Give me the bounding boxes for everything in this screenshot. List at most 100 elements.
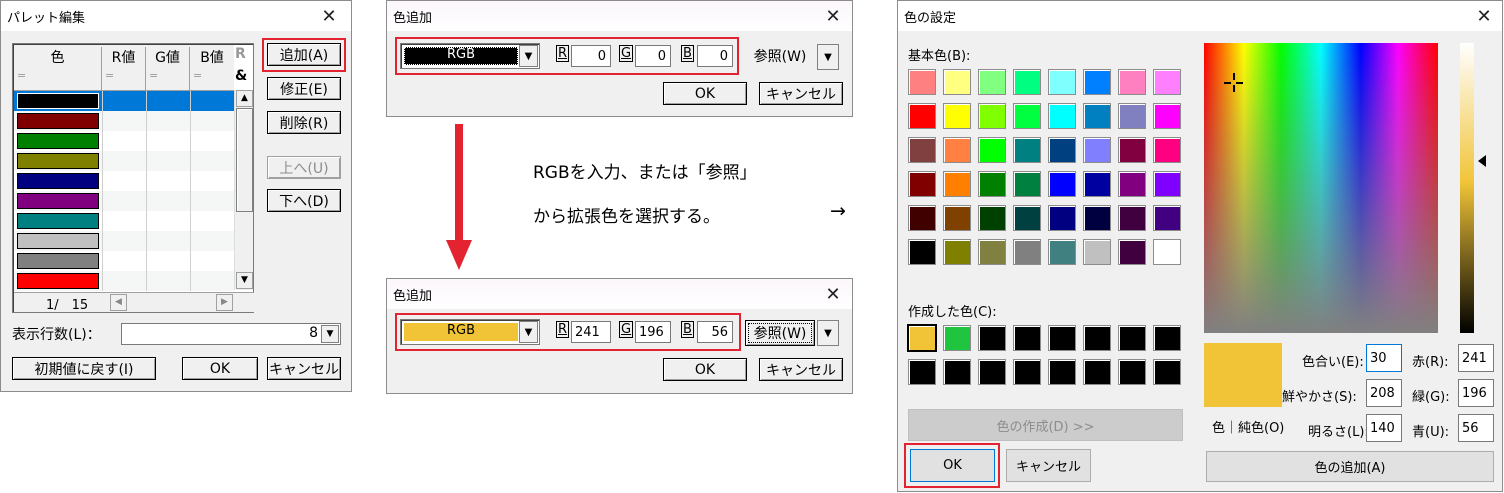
color-swatch[interactable]	[943, 69, 971, 95]
g-input[interactable]: 196	[635, 321, 671, 343]
chevron-down-icon[interactable]: ▼	[519, 45, 538, 67]
color-swatch[interactable]	[1083, 69, 1111, 95]
luminance-input[interactable]: 140	[1366, 414, 1402, 442]
close-icon[interactable]: ✕	[309, 1, 349, 31]
color-swatch[interactable]	[1048, 103, 1076, 129]
g-input[interactable]: 0	[635, 45, 671, 67]
color-swatch[interactable]	[908, 205, 936, 231]
color-swatch[interactable]	[1153, 359, 1181, 385]
color-swatch[interactable]	[1083, 205, 1111, 231]
add-to-custom-button[interactable]: 色の追加(A)	[1206, 451, 1494, 482]
color-swatch[interactable]	[943, 171, 971, 197]
table-row[interactable]	[14, 111, 234, 131]
color-swatch[interactable]	[943, 359, 971, 385]
color-swatch[interactable]	[907, 324, 937, 352]
chevron-down-icon[interactable]: ▼	[519, 321, 538, 343]
color-swatch[interactable]	[1083, 325, 1111, 351]
color-swatch[interactable]	[1048, 171, 1076, 197]
color-swatch[interactable]	[943, 325, 971, 351]
r-input[interactable]: 0	[571, 45, 611, 67]
close-icon[interactable]: ✕	[813, 1, 853, 31]
color-swatch[interactable]	[1118, 171, 1146, 197]
scroll-right-icon[interactable]: ▶	[216, 294, 233, 311]
color-swatch[interactable]	[1048, 325, 1076, 351]
reset-button[interactable]: 初期値に戻す(I)	[12, 357, 156, 380]
color-swatch[interactable]	[908, 359, 936, 385]
color-swatch[interactable]	[1013, 239, 1041, 265]
color-swatch[interactable]	[1083, 239, 1111, 265]
color-swatch[interactable]	[978, 69, 1006, 95]
reference-dropdown-icon[interactable]: ▼	[817, 320, 839, 346]
reference-dropdown-icon[interactable]: ▼	[817, 44, 839, 70]
color-swatch[interactable]	[908, 239, 936, 265]
color-swatch[interactable]	[1048, 69, 1076, 95]
b-input[interactable]: 56	[697, 321, 733, 343]
color-swatch[interactable]	[1153, 205, 1181, 231]
color-swatch[interactable]	[943, 137, 971, 163]
close-icon[interactable]: ✕	[813, 279, 853, 309]
color-swatch[interactable]	[1118, 103, 1146, 129]
color-swatch[interactable]	[1118, 239, 1146, 265]
move-up-button[interactable]: 上へ(U)	[267, 156, 341, 179]
cancel-button[interactable]: キャンセル	[1006, 449, 1091, 482]
color-swatch[interactable]	[1083, 171, 1111, 197]
cancel-button[interactable]: キャンセル	[759, 82, 843, 105]
scroll-up-icon[interactable]: ▲	[236, 90, 253, 107]
table-row[interactable]	[14, 131, 234, 151]
color-spectrum[interactable]	[1204, 43, 1438, 333]
hue-input[interactable]: 30	[1366, 344, 1402, 372]
r-input[interactable]: 241	[571, 321, 611, 343]
table-row[interactable]	[14, 251, 234, 271]
color-swatch[interactable]	[1153, 103, 1181, 129]
move-down-button[interactable]: 下へ(D)	[267, 189, 341, 212]
color-swatch[interactable]	[1048, 239, 1076, 265]
table-row[interactable]	[14, 151, 234, 171]
luminance-bar[interactable]	[1460, 43, 1474, 333]
color-swatch[interactable]	[1153, 239, 1181, 265]
color-swatch[interactable]	[943, 239, 971, 265]
color-swatch[interactable]	[978, 239, 1006, 265]
color-swatch[interactable]	[1118, 205, 1146, 231]
chevron-down-icon[interactable]: ▼	[321, 325, 339, 343]
mode-select[interactable]: RGB ▼	[400, 319, 540, 345]
table-row[interactable]	[14, 171, 234, 191]
close-icon[interactable]: ✕	[1464, 1, 1504, 31]
blue-input[interactable]: 56	[1458, 414, 1494, 442]
saturation-input[interactable]: 208	[1366, 379, 1402, 407]
reference-button[interactable]: 参照(W)	[745, 320, 815, 346]
luminance-pointer-icon[interactable]	[1478, 155, 1486, 167]
ok-button[interactable]: OK	[663, 82, 747, 105]
vertical-scrollbar[interactable]: ▲ ▼	[234, 90, 253, 290]
table-row[interactable]	[14, 271, 234, 291]
cancel-button[interactable]: キャンセル	[267, 357, 341, 380]
color-swatch[interactable]	[908, 137, 936, 163]
mode-select[interactable]: RGB ▼	[400, 43, 540, 69]
color-swatch[interactable]	[978, 359, 1006, 385]
reference-button[interactable]: 参照(W)	[745, 44, 815, 67]
color-swatch[interactable]	[1048, 137, 1076, 163]
color-swatch[interactable]	[1118, 359, 1146, 385]
color-swatch[interactable]	[1048, 359, 1076, 385]
color-swatch[interactable]	[1153, 171, 1181, 197]
color-swatch[interactable]	[1083, 137, 1111, 163]
table-row[interactable]	[14, 211, 234, 231]
color-swatch[interactable]	[908, 103, 936, 129]
color-swatch[interactable]	[978, 205, 1006, 231]
cancel-button[interactable]: キャンセル	[759, 358, 843, 381]
col-b[interactable]: B値 =	[190, 47, 234, 91]
table-row[interactable]	[14, 231, 234, 251]
color-swatch[interactable]	[1083, 359, 1111, 385]
col-r[interactable]: R値 =	[102, 47, 146, 91]
scroll-left-icon[interactable]: ◀	[110, 294, 127, 311]
table-row[interactable]	[14, 91, 234, 111]
rows-select[interactable]: 8 ▼	[121, 323, 341, 345]
color-swatch[interactable]	[1118, 325, 1146, 351]
ok-button[interactable]: OK	[663, 358, 747, 381]
scroll-down-icon[interactable]: ▼	[236, 272, 253, 289]
color-swatch[interactable]	[908, 69, 936, 95]
color-swatch[interactable]	[1013, 103, 1041, 129]
green-input[interactable]: 196	[1458, 379, 1494, 407]
color-swatch[interactable]	[1153, 137, 1181, 163]
color-swatch[interactable]	[1153, 69, 1181, 95]
color-swatch[interactable]	[943, 103, 971, 129]
